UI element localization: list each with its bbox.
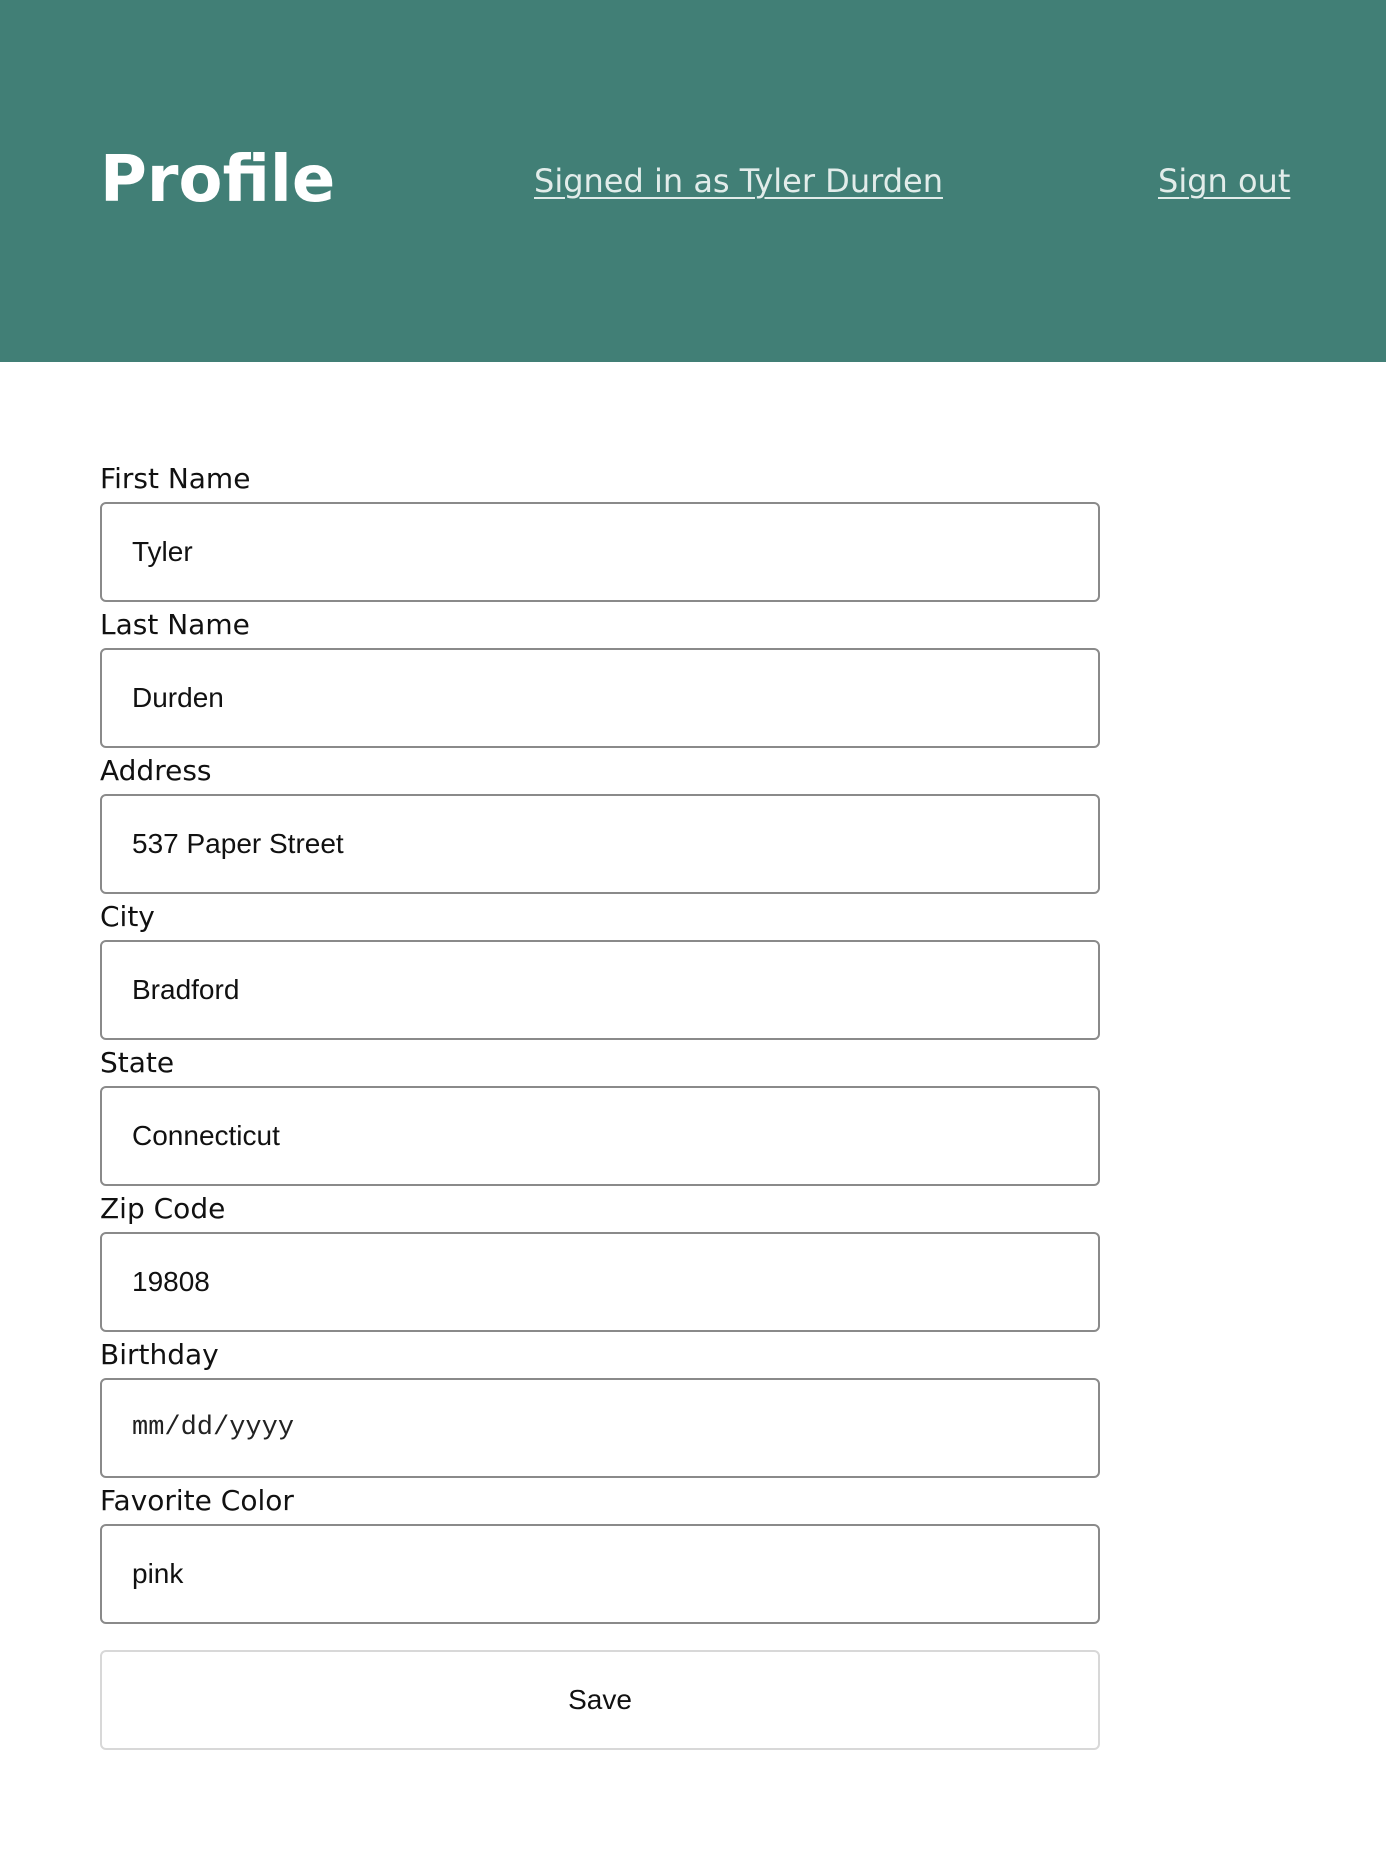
zip-code-label: Zip Code <box>100 1192 226 1225</box>
signed-in-user-link[interactable]: Signed in as Tyler Durden <box>534 158 943 204</box>
address-label: Address <box>100 754 212 787</box>
page-header: Profile Signed in as Tyler Durden Sign o… <box>0 0 1386 362</box>
first-name-input[interactable] <box>100 502 1100 602</box>
favorite-color-input[interactable] <box>100 1524 1100 1624</box>
first-name-label: First Name <box>100 462 251 495</box>
favorite-color-label: Favorite Color <box>100 1484 294 1517</box>
sign-out-link[interactable]: Sign out <box>1158 158 1290 204</box>
state-input[interactable] <box>100 1086 1100 1186</box>
birthday-input[interactable] <box>100 1378 1100 1478</box>
page-title: Profile <box>100 143 336 217</box>
save-button[interactable]: Save <box>100 1650 1100 1750</box>
state-label: State <box>100 1046 175 1079</box>
birthday-label: Birthday <box>100 1338 219 1371</box>
profile-form: First Name Last Name Address City State … <box>100 456 1100 1750</box>
city-input[interactable] <box>100 940 1100 1040</box>
address-input[interactable] <box>100 794 1100 894</box>
last-name-label: Last Name <box>100 608 250 641</box>
zip-code-input[interactable] <box>100 1232 1100 1332</box>
city-label: City <box>100 900 155 933</box>
last-name-input[interactable] <box>100 648 1100 748</box>
